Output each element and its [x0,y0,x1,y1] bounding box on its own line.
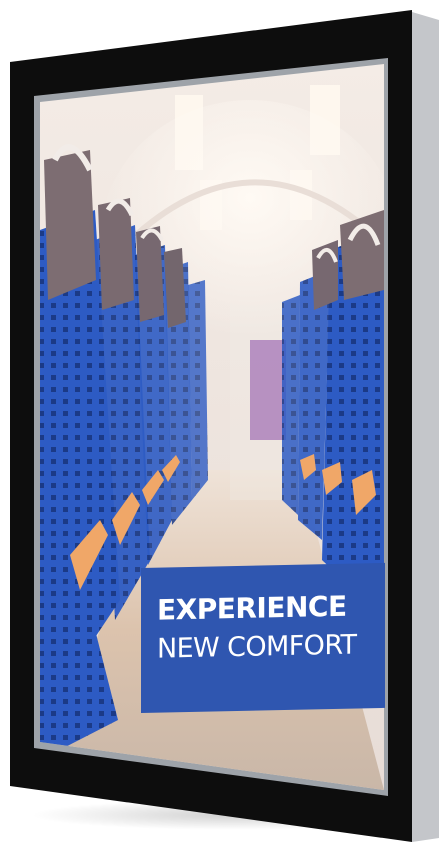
headline-banner: EXPERIENCE NEW COMFORT [141,562,385,713]
poster-image [40,64,384,790]
headline-line-2: NEW COMFORT [157,629,357,665]
headline-line-1: EXPERIENCE [157,589,347,627]
framed-poster-scene: EXPERIENCE NEW COMFORT [0,0,439,847]
